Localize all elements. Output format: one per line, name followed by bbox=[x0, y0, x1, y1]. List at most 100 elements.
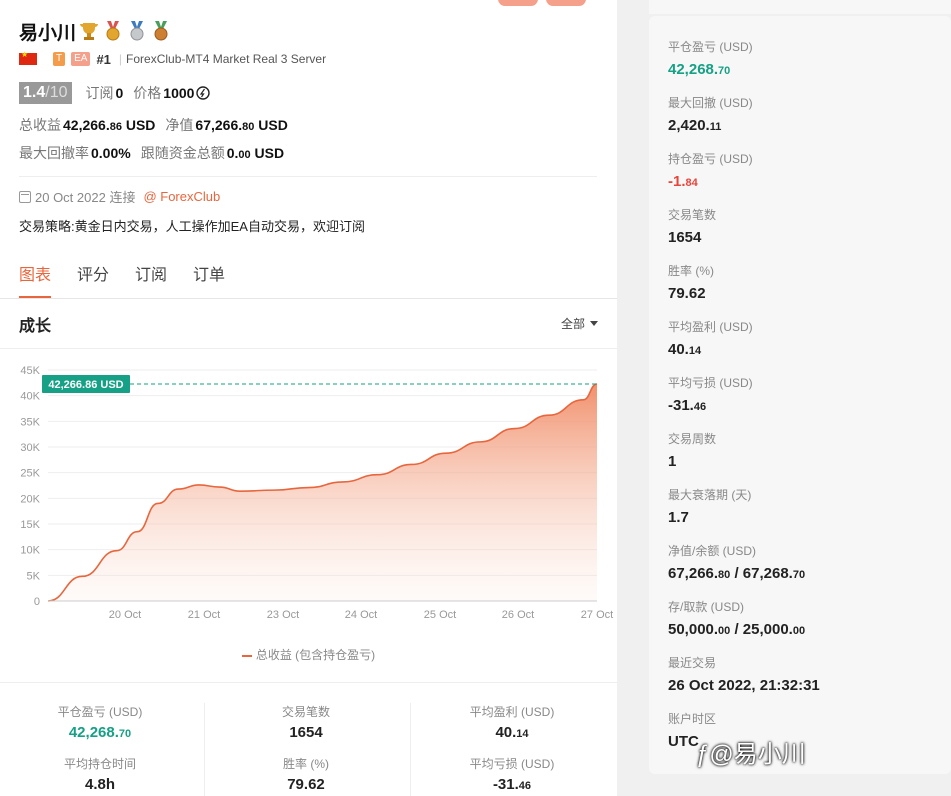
legend-line-marker bbox=[241, 654, 252, 657]
equity-label: 净值 bbox=[165, 117, 194, 133]
subscribe-count: 0 bbox=[115, 85, 124, 101]
sidebar-stat-value: 67,266.80 / 67,268.70 bbox=[668, 565, 806, 582]
sidebar-stat: 净值/余额 (USD) 67,266.80 / 67,268.70 bbox=[668, 542, 805, 582]
tag-t-badge: T bbox=[53, 52, 66, 66]
y-tick-label: 25K bbox=[20, 468, 40, 480]
coin-icon bbox=[196, 86, 211, 100]
tab-subscribe[interactable]: 订阅 bbox=[135, 261, 167, 298]
y-tick-label: 45K bbox=[20, 365, 40, 377]
price-value: 1000 bbox=[163, 85, 195, 101]
tag-ea-badge: EA bbox=[71, 52, 91, 66]
growth-chart-svg: 0 5K 10K 15K 20K 25K 30K 35K 40K 45K 20 Oct 21 Oct 2… bbox=[20, 365, 613, 621]
growth-section-header: 成长 全部 bbox=[0, 299, 617, 349]
sidebar-stat-label: 平仓盈亏 (USD) bbox=[668, 40, 753, 54]
sidebar-stat: 胜率 (%) 79.62 bbox=[668, 262, 714, 302]
sidebar-stat-label: 平均亏损 (USD) bbox=[668, 376, 753, 390]
bottom-stat: 交易笔数 1654 bbox=[206, 703, 406, 741]
growth-chart: 0 5K 10K 15K 20K 25K 30K 35K 40K 45K 20 Oct 21 Oct 2… bbox=[0, 346, 617, 676]
follow-funds-value: 0.00 USD bbox=[226, 145, 285, 161]
server-name: ForexClub-MT4 Market Real 3 Server bbox=[126, 52, 327, 66]
sidebar-stat-value: 40.14 bbox=[668, 341, 702, 358]
sidebar-stat-label: 净值/余额 (USD) bbox=[668, 544, 756, 558]
header-divider bbox=[19, 176, 597, 177]
top-decoration bbox=[498, 0, 538, 6]
medal-group bbox=[78, 20, 172, 42]
y-tick-label: 35K bbox=[20, 416, 40, 428]
stats-sidebar: 平仓盈亏 (USD) 42,268.70 最大回撤 (USD) 2,420.11 持仓盈… bbox=[649, 0, 951, 774]
x-tick-label: 27 Oct bbox=[581, 609, 613, 621]
follow-funds-label: 跟随资金总额 bbox=[140, 145, 225, 161]
sidebar-stat: 存/取款 (USD) 50,000.00 / 25,000.00 bbox=[668, 598, 805, 638]
watermark: ƒ@易小川 bbox=[696, 741, 806, 768]
range-filter-dropdown[interactable]: 全部 bbox=[561, 315, 598, 332]
sidebar-stat: 最近交易 26 Oct 2022, 21:32:31 bbox=[668, 654, 820, 694]
tab-rating[interactable]: 评分 bbox=[77, 261, 109, 298]
x-tick-label: 24 Oct bbox=[345, 609, 377, 621]
sidebar-stat-value: -31.46 bbox=[668, 397, 707, 414]
strategy-text: 交易策略:黄金日内交易，人工操作加EA自动交易，欢迎订阅 bbox=[19, 219, 365, 234]
x-tick-label: 23 Oct bbox=[267, 609, 299, 621]
sidebar-stat-label: 胜率 (%) bbox=[668, 264, 714, 278]
bottom-stat-value: 79.62 bbox=[287, 776, 325, 793]
profile-header: 易小川 ★ T EA #1 | ForexClub-MT4 Market Rea… bbox=[0, 0, 617, 235]
caret-down-icon bbox=[590, 321, 598, 326]
sidebar-stat-label: 存/取款 (USD) bbox=[668, 600, 744, 614]
sidebar-stat: 平仓盈亏 (USD) 42,268.70 bbox=[668, 38, 753, 78]
top-decoration bbox=[546, 0, 586, 6]
y-tick-label: 30K bbox=[20, 442, 40, 454]
total-profit-value: 42,266.86 USD bbox=[63, 117, 156, 133]
total-profit-label: 总收益 bbox=[19, 117, 61, 133]
bottom-stat: 平均盈利 (USD) 40.14 bbox=[412, 703, 612, 741]
sidebar-stat-value: 42,268.70 bbox=[668, 61, 731, 78]
equity-value: 67,266.80 USD bbox=[195, 117, 288, 133]
sidebar-stat-label: 最大衰落期 (天) bbox=[668, 488, 752, 502]
sidebar-stat-value: 50,000.00 / 25,000.00 bbox=[668, 621, 806, 638]
china-flag-icon bbox=[19, 50, 37, 65]
latest-value-label: 42,266.86 USD bbox=[48, 379, 123, 391]
bottom-stat-label: 平均亏损 (USD) bbox=[469, 757, 555, 771]
bottom-stat-value: 40.14 bbox=[495, 724, 529, 741]
tab-orders[interactable]: 订单 bbox=[193, 261, 225, 298]
bottom-stat: 平均持仓时间 4.8h bbox=[0, 755, 200, 793]
tab-bar: 图表 评分 订阅 订单 bbox=[0, 261, 617, 299]
sidebar-stat-label: 账户时区 bbox=[668, 712, 717, 726]
x-tick-label: 21 Oct bbox=[188, 609, 220, 621]
sidebar-stat-value: 1654 bbox=[668, 229, 702, 246]
y-tick-label: 15K bbox=[20, 519, 40, 531]
chart-legend[interactable]: 总收益 (包含持仓盈亏) bbox=[0, 646, 617, 663]
sidebar-stat: 交易周数 1 bbox=[668, 430, 716, 470]
x-tick-label: 25 Oct bbox=[424, 609, 456, 621]
sidebar-stat-value: 1 bbox=[668, 453, 677, 470]
gold-medal-icon bbox=[106, 21, 120, 41]
section-title: 成长 bbox=[19, 317, 52, 335]
bottom-stat: 胜率 (%) 79.62 bbox=[206, 755, 406, 793]
sidebar-stat-label: 持仓盈亏 (USD) bbox=[668, 152, 753, 166]
max-drawdown-label: 最大回撤率 bbox=[19, 145, 89, 161]
sidebar-stat: 最大回撤 (USD) 2,420.11 bbox=[668, 94, 753, 134]
x-tick-label: 26 Oct bbox=[502, 609, 534, 621]
y-tick-label: 10K bbox=[20, 545, 40, 557]
sidebar-stat-value: 2,420.11 bbox=[668, 117, 722, 134]
broker-link[interactable]: @ ForexClub bbox=[143, 189, 220, 204]
y-tick-label: 5K bbox=[27, 570, 41, 582]
sidebar-stat-label: 交易笔数 bbox=[668, 208, 717, 222]
x-tick-label: 20 Oct bbox=[109, 609, 141, 621]
trader-name: 易小川 bbox=[19, 22, 77, 44]
y-tick-label: 40K bbox=[20, 391, 40, 403]
bottom-stat-label: 平均盈利 (USD) bbox=[469, 705, 555, 719]
tab-chart[interactable]: 图表 bbox=[19, 261, 52, 298]
rank-badge: #1 bbox=[96, 51, 111, 67]
rating-badge: 1.4/10 bbox=[19, 82, 72, 104]
sidebar-stat: 持仓盈亏 (USD) -1.84 bbox=[668, 150, 753, 190]
bottom-stat: 平仓盈亏 (USD) 42,268.70 bbox=[0, 703, 200, 741]
sidebar-stat: 平均盈利 (USD) 40.14 bbox=[668, 318, 753, 358]
sidebar-stat-label: 平均盈利 (USD) bbox=[668, 320, 753, 334]
sidebar-stat-value: 26 Oct 2022, 21:32:31 bbox=[668, 677, 820, 694]
sidebar-stat-value: 79.62 bbox=[668, 285, 706, 302]
sidebar-stat-label: 交易周数 bbox=[668, 432, 717, 446]
silver-medal-icon bbox=[130, 21, 144, 41]
connect-date: 20 Oct 2022 连接 bbox=[35, 190, 136, 205]
bottom-stat-label: 交易笔数 bbox=[281, 705, 330, 719]
sidebar-stat: 平均亏损 (USD) -31.46 bbox=[668, 374, 753, 414]
trophy-icon bbox=[80, 23, 99, 40]
